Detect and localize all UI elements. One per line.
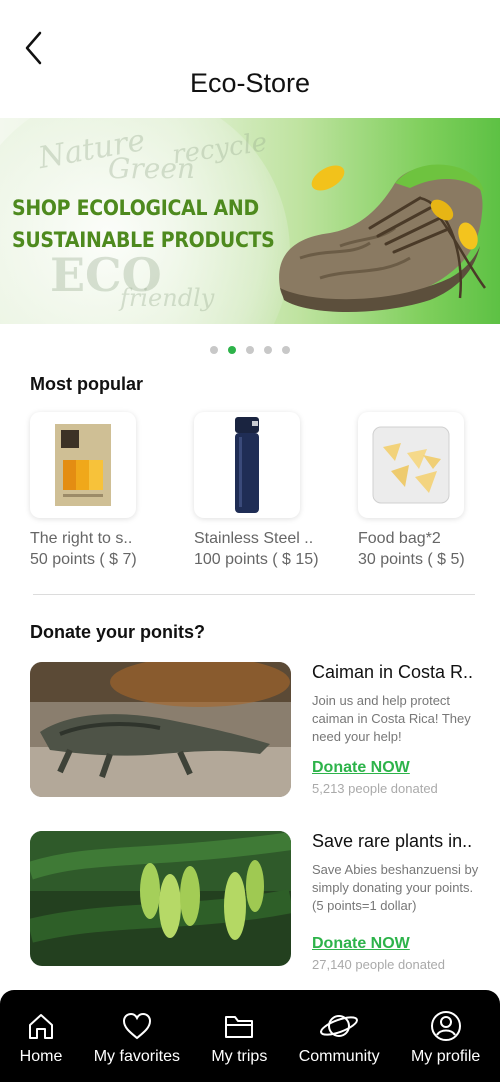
product-card[interactable]: Stainless Steel .. 100 points ( $ 15) [194,412,344,569]
watermark-word: Green [108,152,195,185]
tab-label: My profile [410,1048,481,1065]
donation-title: Save rare plants in.. [312,831,473,851]
caiman-image[interactable] [30,662,291,797]
folder-icon [225,1016,254,1038]
donation-title: Caiman in Costa R.. [312,662,474,682]
most-popular-heading: Most popular [30,374,143,394]
banner-headline-line: SHOP ECOLOGICAL AND [12,196,259,220]
tab-label: My trips [211,1048,268,1065]
product-thumbnail[interactable] [358,412,464,518]
fir-plants-photo [30,831,291,966]
back-button[interactable] [20,30,50,66]
carousel-dot[interactable] [264,346,272,354]
food-bag-icon [372,426,450,504]
tab-label: Community [298,1048,380,1065]
donation-description: Save Abies beshanzuensi by simply donati… [312,862,479,913]
banner-headline-line: SUSTAINABLE PRODUCTS [12,228,275,252]
planet-icon [320,1015,359,1037]
tab-label: My favorites [93,1048,180,1065]
heart-icon [122,1012,151,1040]
product-thumbnail[interactable] [30,412,136,518]
banner-headline: SHOP ECOLOGICAL AND SUSTAINABLE PRODUCTS [12,192,275,256]
carousel-dot[interactable] [282,346,290,354]
donation-count: 5,213 people donated [312,781,438,796]
product-points: 30 points ( $ 5) [358,551,465,568]
tab-my-trips[interactable]: My trips [211,990,267,1082]
page-title: Eco-Store [189,68,311,98]
soap-bar-icon [55,424,111,506]
product-points: 50 points ( $ 7) [30,551,137,568]
bottom-tab-bar: Home My favorites My trips Community My … [0,990,500,1082]
plants-image[interactable] [30,831,291,966]
shoe-image [279,164,487,312]
donation-description: Join us and help protect caiman in Costa… [312,693,471,744]
donate-now-link[interactable]: Donate NOW [312,935,410,953]
product-points: 100 points ( $ 15) [194,551,319,568]
tab-my-favorites[interactable]: My favorites [94,990,180,1082]
tab-my-profile[interactable]: My profile [411,990,480,1082]
tab-community[interactable]: Community [299,990,380,1082]
chevron-left-icon [25,31,42,65]
profile-icon [430,1011,461,1041]
thermos-bottle-icon [235,417,259,513]
carousel-dot[interactable] [246,346,254,354]
donation-count: 27,140 people donated [312,957,446,972]
product-thumbnail[interactable] [194,412,300,518]
home-icon [29,1014,54,1039]
donate-now-link[interactable]: Donate NOW [312,759,410,777]
section-divider [33,594,475,595]
promo-banner[interactable]: Nature recycle Green ECO friendly SHOP E… [0,118,500,324]
product-name: Food bag*2 [358,530,441,547]
product-name: Stainless Steel .. [194,530,314,547]
header: Eco-Store [0,0,500,118]
donate-heading: Donate your ponits? [30,622,205,642]
carousel-dot[interactable] [210,346,218,354]
caiman-photo [30,662,291,797]
carousel-dot-active[interactable] [228,346,236,354]
tab-home[interactable]: Home [19,990,63,1082]
tab-label: Home [19,1048,63,1065]
product-card[interactable]: The right to s.. 50 points ( $ 7) [30,412,180,569]
product-name: The right to s.. [30,530,133,547]
donation-card[interactable]: Save rare plants in.. Save Abies beshanz… [30,831,480,972]
carousel-indicator[interactable] [0,346,500,354]
product-card[interactable]: Food bag*2 30 points ( $ 5) [358,412,500,569]
donation-card[interactable]: Caiman in Costa R.. Join us and help pro… [30,662,480,802]
watermark-word: friendly [120,284,215,312]
